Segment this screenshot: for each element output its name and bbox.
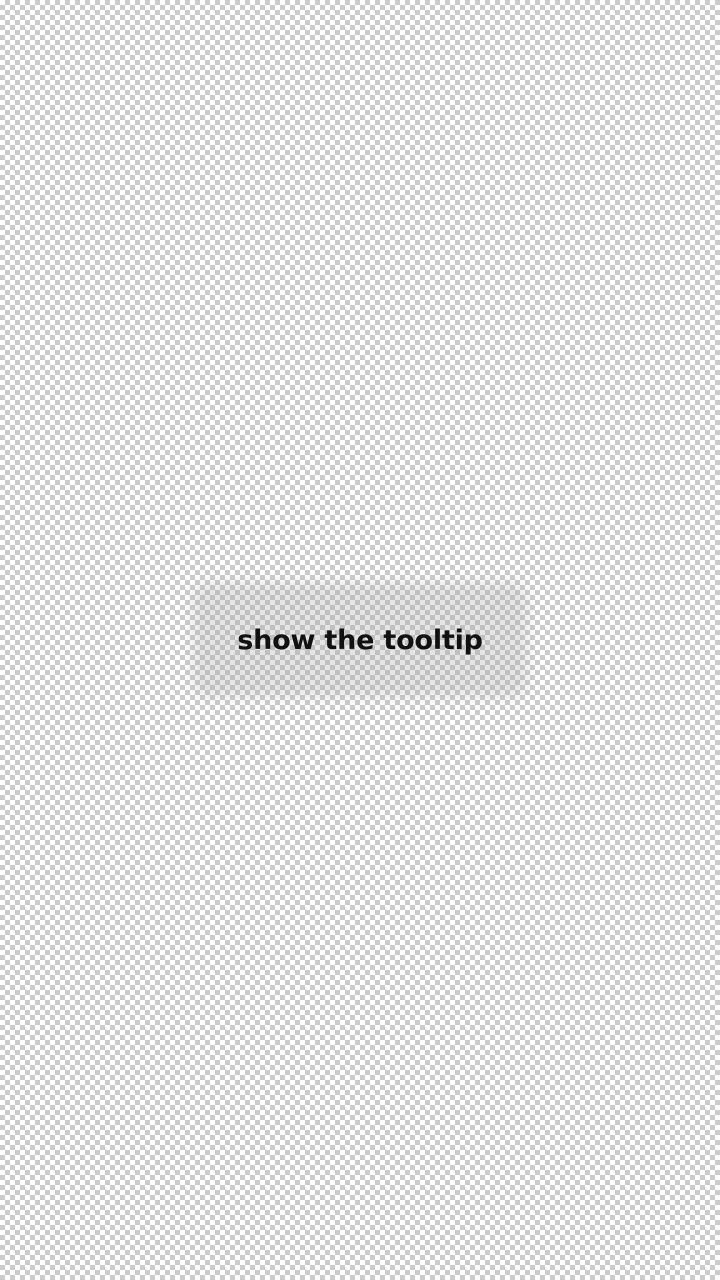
transparent-canvas: show the tooltip — [0, 0, 720, 1280]
show-tooltip-button-label: show the tooltip — [237, 624, 483, 656]
show-tooltip-button[interactable]: show the tooltip — [200, 590, 520, 690]
